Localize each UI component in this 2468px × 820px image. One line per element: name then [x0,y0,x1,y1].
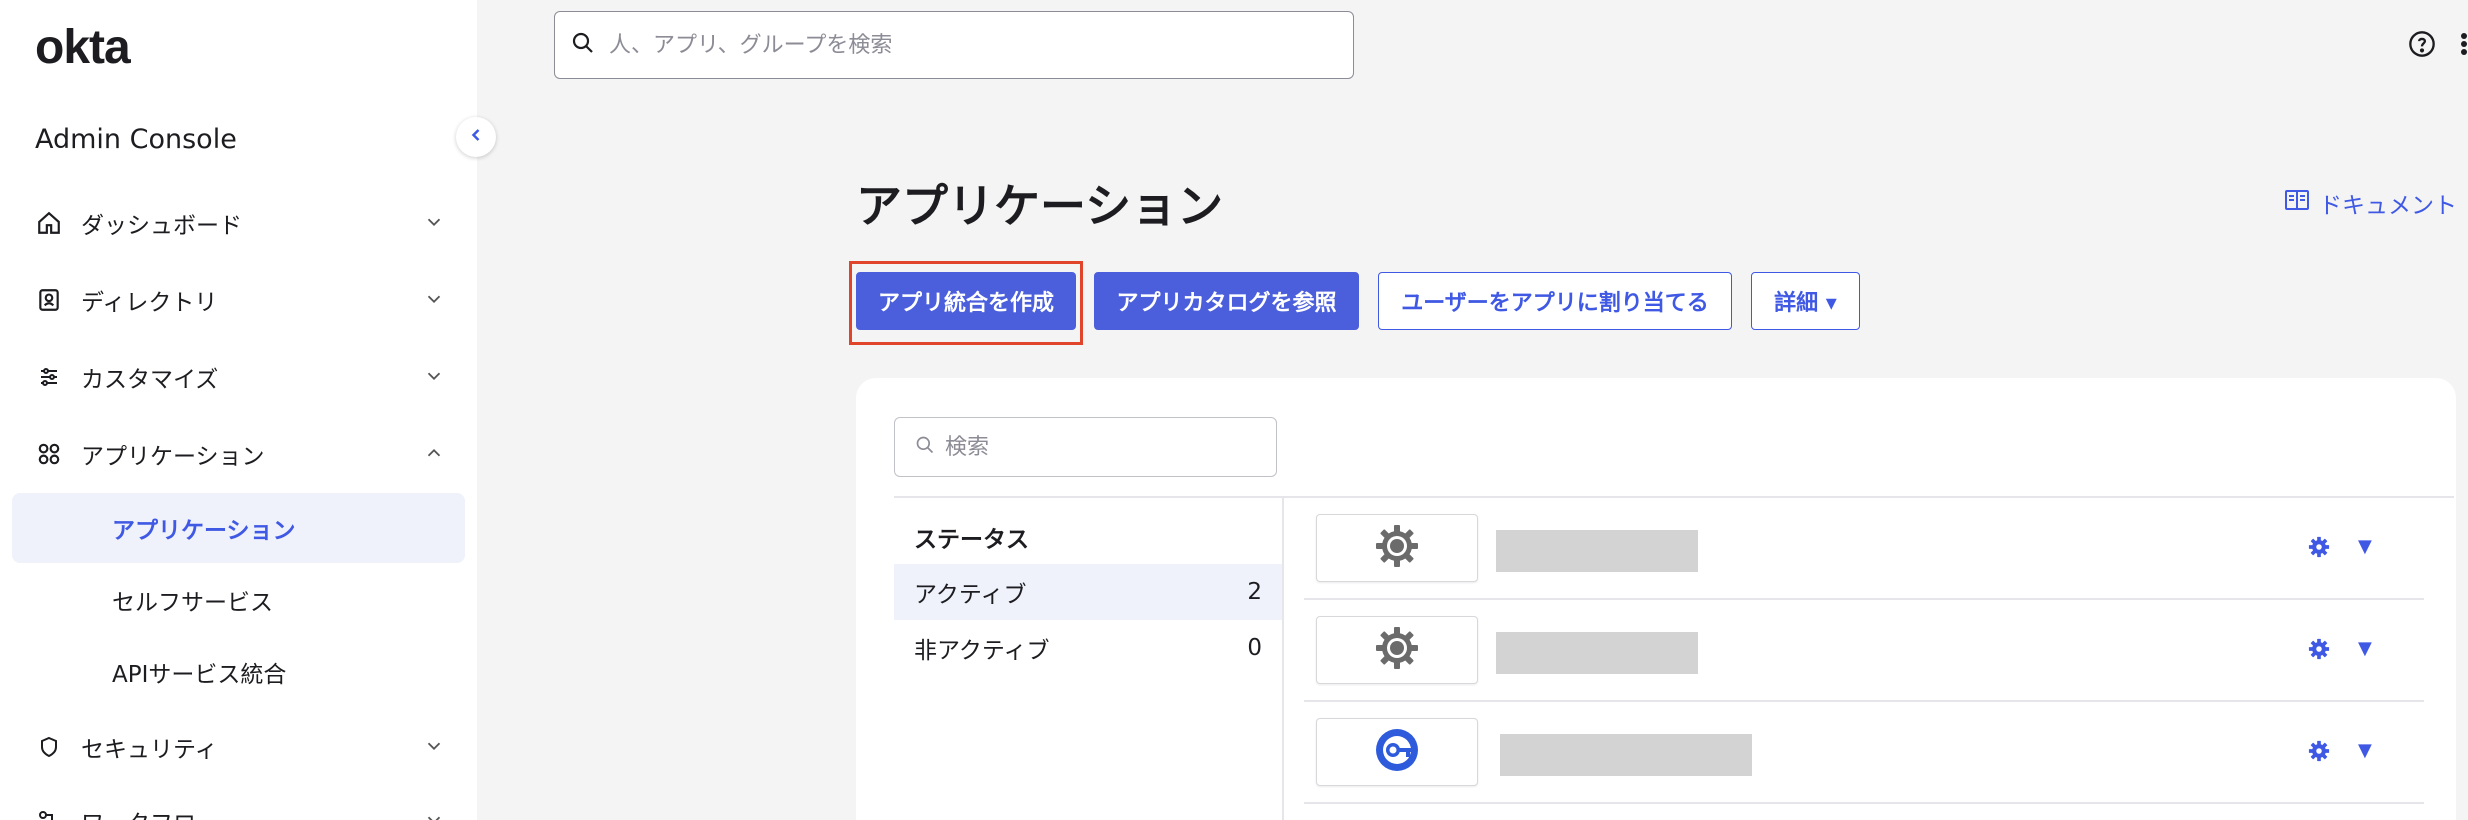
status-count: 0 [1247,635,1262,661]
documentation-link-label: ドキュメント [2319,193,2457,219]
sliders-icon [35,363,63,391]
status-filter-inactive[interactable]: 非アクティブ 0 [894,620,1282,676]
app-name-redacted [1496,632,1698,674]
page-title: アプリケーション [856,179,1224,233]
sidebar-item-label: カスタマイズ [81,367,219,393]
more-actions-button[interactable]: 詳細 ▾ [1751,272,1860,330]
status-label: 非アクティブ [914,638,1050,664]
app-logo[interactable] [1316,514,1478,582]
status-label: アクティブ [914,582,1027,608]
global-search[interactable] [554,11,1354,79]
sidebar-item-label: アプリケーション [81,444,265,470]
sidebar-item-label: ダッシュボード [81,213,242,239]
status-count: 2 [1247,579,1262,605]
sidebar-subitem-applications[interactable]: アプリケーション [12,493,465,563]
app-row[interactable]: ▼ [1304,704,2424,804]
assign-users-to-app-button[interactable]: ユーザーをアプリに割り当てる [1378,272,1732,330]
caret-down-icon[interactable]: ▼ [2358,740,2372,761]
sidebar-item-workflow[interactable]: ワークフロー [35,796,445,820]
create-app-integration-button[interactable]: アプリ統合を作成 [856,272,1076,330]
caret-down-icon[interactable]: ▼ [2358,638,2372,659]
help-icon[interactable] [2408,30,2436,62]
chevron-left-icon [466,125,486,149]
sidebar-item-applications[interactable]: アプリケーション [35,429,445,479]
sidebar-item-label: ディレクトリ [81,290,218,316]
chevron-down-icon [423,735,445,763]
search-icon [915,435,935,459]
app-name-redacted [1496,530,1698,572]
app-name-redacted [1500,734,1752,776]
settings-gear-icon[interactable] [2308,638,2330,664]
shield-icon [35,733,63,761]
okta-key-icon [1373,726,1421,778]
browse-app-catalog-button[interactable]: アプリカタログを参照 [1094,272,1359,330]
workflow-icon [35,807,63,820]
sidebar: okta Admin Console ダッシュボード ディレクトリ カスタマイズ [0,0,477,820]
app-row[interactable]: ▼ [1304,602,2424,702]
okta-logo[interactable]: okta [35,20,131,75]
home-icon [35,209,63,237]
sidebar-subitem-api-service-integrations[interactable]: APIサービス統合 [12,637,465,707]
sidebar-item-label: セキュリティ [81,737,218,763]
caret-down-icon[interactable]: ▼ [2358,536,2372,557]
settings-gear-icon[interactable] [2308,536,2330,562]
chevron-down-icon [423,365,445,393]
documentation-link[interactable]: ドキュメント [2285,186,2457,220]
app-logo[interactable] [1316,616,1478,684]
sidebar-subitem-self-service[interactable]: セルフサービス [12,565,465,635]
status-filter-active[interactable]: アクティブ 2 [894,564,1282,620]
status-title: ステータス [914,527,1029,553]
app-logo[interactable] [1316,718,1478,786]
chevron-down-icon [423,288,445,316]
global-search-input[interactable] [609,32,1309,58]
sidebar-item-directory[interactable]: ディレクトリ [35,275,445,325]
gear-icon [1373,624,1421,676]
search-icon [571,31,595,59]
chevron-up-icon [423,442,445,470]
book-icon [2285,189,2309,217]
app-row[interactable]: ▼ [1304,500,2424,600]
chevron-down-icon [423,809,445,820]
sidebar-item-dashboard[interactable]: ダッシュボード [35,198,445,248]
chevron-down-icon [423,211,445,239]
sidebar-item-security[interactable]: セキュリティ [35,722,445,772]
applications-panel: ステータス アクティブ 2 非アクティブ 0 ▼ [856,378,2456,820]
directory-icon [35,286,63,314]
sidebar-collapse-button[interactable] [456,117,496,157]
app-search-input[interactable] [945,434,1265,460]
gear-icon [1373,522,1421,574]
more-menu-icon[interactable] [2458,30,2468,62]
app-search[interactable] [894,417,1277,477]
console-title: Admin Console [35,124,237,155]
sidebar-item-label: ワークフロー [81,804,219,820]
status-filter: ステータス アクティブ 2 非アクティブ 0 [894,498,1284,820]
settings-gear-icon[interactable] [2308,740,2330,766]
sidebar-item-customize[interactable]: カスタマイズ [35,352,445,402]
apps-grid-icon [35,440,63,468]
